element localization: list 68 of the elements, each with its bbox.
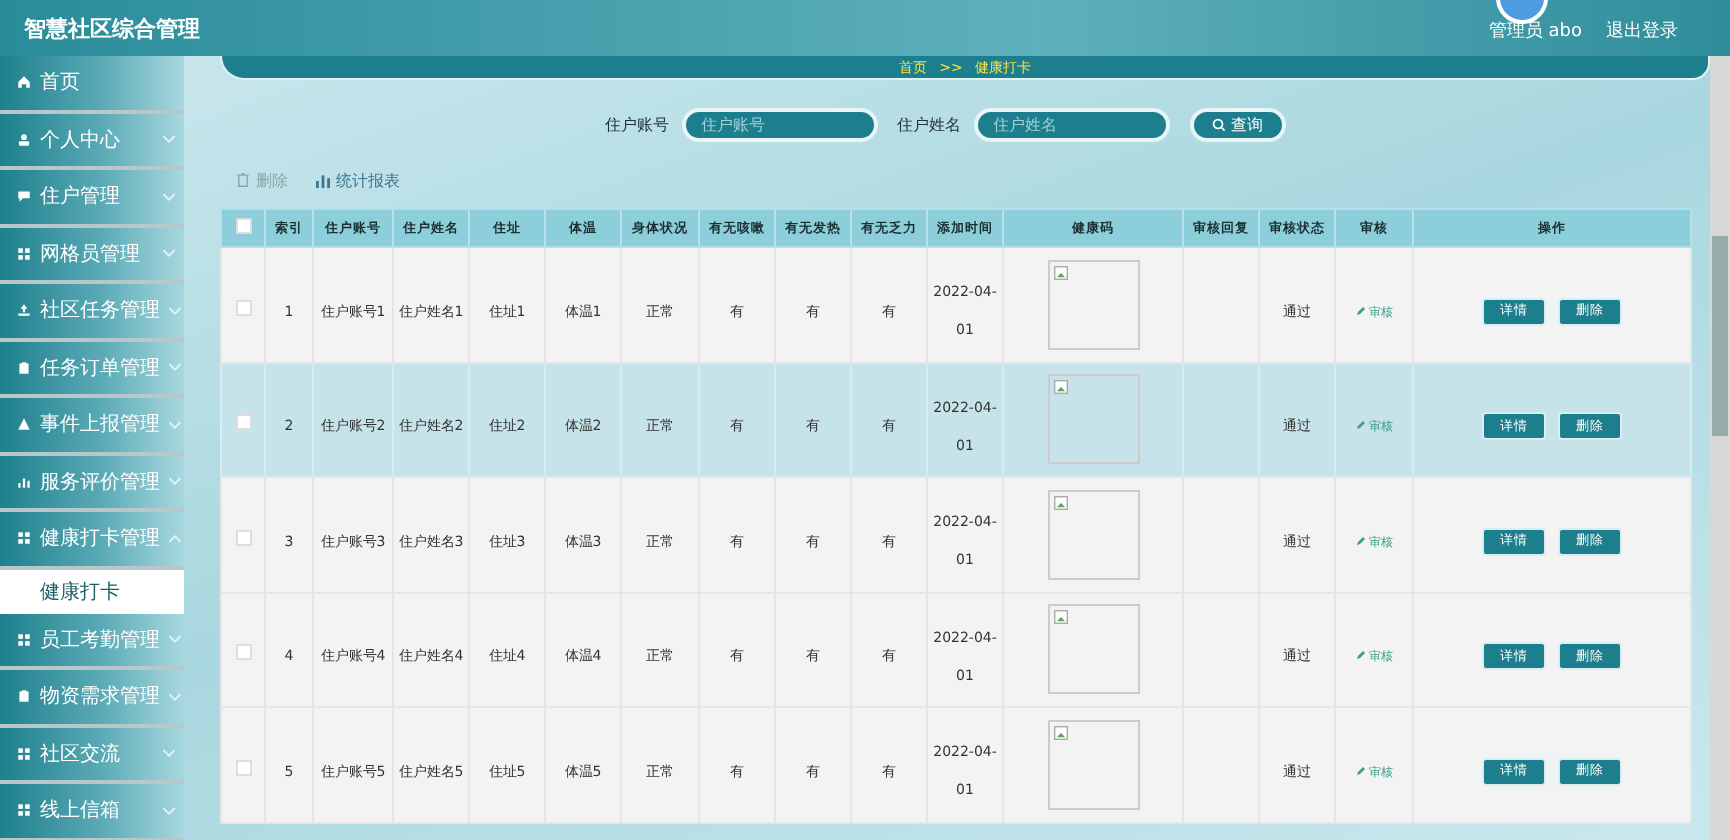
sidebar-item[interactable]: 员工考勤管理 <box>0 613 184 670</box>
chat-icon <box>16 188 32 205</box>
clipboard-icon <box>16 688 32 705</box>
triangle-icon <box>16 416 32 433</box>
scrollbar-thumb[interactable] <box>1712 236 1728 436</box>
sidebar-item[interactable]: 社区交流 <box>0 727 184 784</box>
search-icon <box>1211 118 1225 132</box>
pencil-icon <box>1355 650 1365 661</box>
chevron-icon <box>168 476 182 487</box>
broken-image-icon <box>1053 725 1067 740</box>
search-field[interactable]: 住户姓名 <box>973 108 1169 142</box>
sidebar-item[interactable]: 服务评价管理 <box>0 455 184 512</box>
row-checkbox[interactable] <box>235 759 251 776</box>
pencil-icon <box>1355 305 1365 316</box>
chevron-icon <box>168 691 182 702</box>
grid-icon <box>16 745 32 762</box>
chevron-icon <box>168 634 182 645</box>
broken-image-icon <box>1053 265 1067 280</box>
bar-chart-icon <box>16 473 32 490</box>
search-field[interactable]: 住户账号 <box>681 108 877 142</box>
broken-image-icon <box>1053 495 1067 510</box>
search-button[interactable]: 查询 <box>1189 108 1285 142</box>
sidebar-item[interactable]: 健康打卡管理 <box>0 512 184 569</box>
sidebar-item[interactable]: 任务订单管理 <box>0 341 184 398</box>
user-icon <box>16 131 32 148</box>
pencil-icon <box>1355 535 1365 546</box>
row-checkbox[interactable] <box>235 299 251 316</box>
field-label: 住户账号 <box>605 114 669 136</box>
broken-image-icon <box>1053 610 1067 625</box>
grid-icon <box>16 245 32 262</box>
chevron-icon <box>168 305 182 316</box>
sidebar-item[interactable]: 线上信箱 <box>0 784 184 840</box>
home-icon <box>16 74 32 91</box>
sidebar-item[interactable]: 个人中心 <box>0 113 184 170</box>
chevron-icon <box>162 191 176 202</box>
app-title: 智慧社区综合管理 <box>24 13 202 43</box>
sidebar-item[interactable]: 住户管理 <box>0 170 184 227</box>
sidebar-subitem[interactable]: 健康打卡 <box>0 569 184 613</box>
pencil-icon <box>1355 420 1365 431</box>
chevron-icon <box>162 748 176 759</box>
logout-link[interactable]: 退出登录 <box>1606 17 1678 43</box>
sidebar-item[interactable]: 物资需求管理 <box>0 670 184 727</box>
grid-icon <box>16 530 32 547</box>
chevron-icon <box>168 533 182 544</box>
select-all-checkbox[interactable] <box>235 218 251 234</box>
upload-icon <box>16 302 32 319</box>
chevron-icon <box>162 248 176 259</box>
scrollbar[interactable] <box>1710 56 1730 840</box>
sidebar-item[interactable]: 社区任务管理 <box>0 284 184 341</box>
chevron-icon <box>168 362 182 373</box>
bar-chart-icon <box>316 173 330 187</box>
chevron-icon <box>162 134 176 145</box>
pencil-icon <box>1355 765 1365 776</box>
clipboard-icon <box>16 359 32 376</box>
field-label: 住户姓名 <box>897 114 961 136</box>
row-checkbox[interactable] <box>235 644 251 661</box>
toolbar-button[interactable]: 统计报表 <box>316 169 400 191</box>
chevron-icon <box>168 419 182 430</box>
sidebar-item[interactable]: 网格员管理 <box>0 227 184 284</box>
row-checkbox[interactable] <box>235 529 251 546</box>
trash-icon <box>236 172 250 188</box>
broken-image-icon <box>1053 380 1067 395</box>
grid-icon <box>16 802 32 819</box>
grid-icon <box>16 631 32 648</box>
chevron-icon <box>162 805 176 816</box>
sidebar-item[interactable]: 事件上报管理 <box>0 398 184 455</box>
sidebar-item[interactable]: 首页 <box>0 56 184 113</box>
row-checkbox[interactable] <box>235 414 251 431</box>
